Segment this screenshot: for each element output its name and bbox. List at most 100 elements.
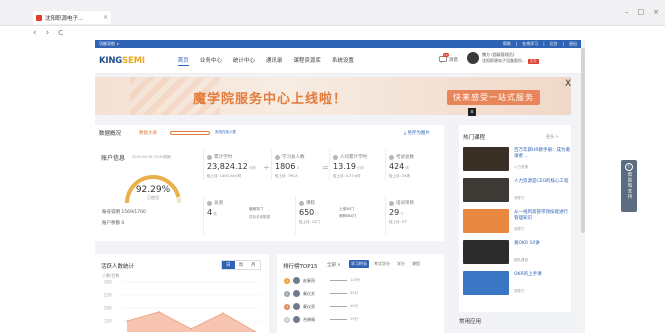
ranking-row[interactable]: 2 秦仪文 45分 [284, 288, 434, 299]
function-nav-menu[interactable]: 功能导航 ∨ [99, 41, 119, 47]
nav-business[interactable]: 业务中心 [200, 56, 222, 66]
nav-stats[interactable]: 统计中心 [233, 56, 255, 66]
top-strip: 功能导航 ∨ 帮助 | 在线学习 | 后台 | 退出 [95, 40, 581, 48]
ranking-row[interactable]: 1 赵春阳 118分 [284, 275, 434, 286]
browser-tab[interactable]: 沈阳职源电子... × [33, 11, 111, 24]
ranking-row[interactable]: 4 合晓晴 29分 [284, 314, 434, 325]
course-thumbnail [463, 240, 509, 264]
rank-badge: 2 [284, 290, 290, 297]
ranking-tabs: 学习时长 考试学分 学分 课程 [349, 260, 422, 268]
tab-close-icon[interactable]: × [103, 14, 108, 21]
tab-exam-score[interactable]: 考试学分 [372, 260, 392, 268]
message-count-badge: 12 [443, 53, 449, 57]
course-thumbnail [463, 178, 509, 202]
tab-title: 沈阳职源电子... [45, 15, 84, 22]
common-apps-title: 常用应用 [459, 319, 482, 325]
course-thumbnail [463, 271, 509, 295]
course-title: 真OKR 10讲 [514, 241, 540, 246]
top-link-admin[interactable]: 后台 [550, 41, 558, 47]
promo-banner[interactable]: 魔学院服务中心上线啦！ 快来感受一站式服务 [95, 77, 571, 115]
book-icon [299, 200, 304, 206]
ranking-row[interactable]: 3 秦仪亮 40分 [284, 301, 434, 312]
close-window-icon[interactable]: × [653, 8, 659, 16]
divide-operator: ÷ [263, 163, 270, 172]
course-category: 领导力 [514, 227, 525, 231]
data-point [126, 320, 128, 322]
minimize-icon[interactable]: – [625, 8, 629, 16]
message-icon [439, 56, 447, 63]
messages-label: 消息 [449, 57, 458, 63]
person-clock-icon [333, 154, 338, 160]
scrollbar-thumb[interactable] [581, 48, 585, 233]
data-point [190, 328, 192, 330]
stat-tests[interactable]: 总测 4场 使用次门 项目总体数据 [203, 196, 291, 234]
nav-course-library[interactable]: 课程资源库 [293, 56, 321, 66]
main-nav: 首页 业务中心 统计中心 通讯录 课程资源库 系统设置 [177, 56, 354, 66]
stat-learners[interactable]: 学习总人数 1806人 较上月: 790人 [271, 150, 323, 180]
tab-credits[interactable]: 学分 [395, 260, 407, 268]
reload-icon[interactable]: C [58, 29, 63, 37]
account-info-card: 账户信息 2025-06-30 23:59到期 92.29% 已使用 账号说明 … [99, 147, 201, 241]
course-item[interactable]: 人力资源是CEO的核心工程 领导力 [463, 178, 571, 206]
dashboard-link[interactable]: 数据大屏 [139, 130, 157, 136]
course-thumbnail [463, 147, 509, 171]
tab-month[interactable]: 月 [247, 261, 260, 269]
banner-close-icon[interactable]: X [565, 79, 571, 89]
online-count-hint[interactable]: 系统在线人数 [215, 130, 236, 135]
y-tick-label: 250 [104, 293, 112, 298]
top-link-logout[interactable]: 退出 [569, 41, 577, 47]
ranking-name: 赵春阳 [303, 277, 315, 283]
course-item[interactable]: 从一线到高管带领技能进行管理知识 领导力 [463, 209, 571, 237]
kingsemi-logo[interactable]: KINGSEMI [99, 56, 145, 66]
course-item[interactable]: 真OKR 10讲 团队建设 [463, 240, 571, 268]
avatar [467, 52, 479, 64]
forward-icon[interactable]: › [46, 28, 50, 38]
maximize-icon[interactable]: □ [638, 8, 645, 16]
tab-courses[interactable]: 课程 [410, 260, 422, 268]
back-icon[interactable]: ‹ [33, 28, 37, 38]
banner-cta-button[interactable]: 快来感受一站式服务 [447, 90, 540, 105]
rank-badge: 4 [284, 316, 290, 323]
ranking-bar [330, 319, 347, 320]
tab-day[interactable]: 日 [222, 261, 235, 269]
nav-home[interactable]: 首页 [177, 56, 189, 66]
course-category: 领导力 [514, 289, 525, 293]
ranking-scope-select[interactable]: 全部 ∨ [327, 262, 341, 268]
nav-contacts[interactable]: 通讯录 [266, 56, 283, 66]
export-image-button[interactable]: ⤓ 另存为图片 [404, 130, 430, 136]
help-support-button[interactable]: i 帮助和支持 [621, 160, 637, 212]
y-tick-label: 300 [104, 280, 112, 285]
ranking-name: 秦仪亮 [303, 303, 315, 309]
period-tabs: 日 周 月 [221, 260, 261, 270]
hot-courses-title: 热门课程 [463, 135, 486, 141]
stat-avg-hours[interactable]: 人均累计学时 13.19小时 较上月: 0.37小时 [329, 150, 383, 180]
active-users-chart: 人数/百数 300 250 200 150 [102, 272, 260, 332]
top-link-learning[interactable]: 在线学习 [522, 41, 538, 47]
stat-projects[interactable]: 培训项目 29个 较上月: 0个 [385, 196, 440, 234]
tab-week[interactable]: 周 [235, 261, 248, 269]
account-title: 账户信息 [101, 155, 126, 162]
rank-badge: 1 [284, 277, 290, 284]
banner-dismiss-button[interactable]: x [468, 108, 476, 116]
rank-badge: 3 [284, 303, 290, 310]
data-point [158, 311, 160, 313]
avatar [293, 316, 300, 323]
tab-study-time[interactable]: 学习时长 [349, 260, 369, 268]
top-link-help[interactable]: 帮助 [503, 41, 511, 47]
stat-total-hours[interactable]: 累计学时 23,824.12小时 较上月: 1400.34小时 [203, 150, 263, 180]
messages-button[interactable]: 12 消息 [439, 53, 458, 63]
user-icon [275, 154, 280, 160]
help-support-label: 帮助和支持 [627, 172, 632, 200]
usage-percent: 92.29% [135, 185, 171, 195]
stat-courses[interactable]: 课程 650门 较上月: 12门 上传50门 采购584门 [295, 196, 381, 234]
hot-more-link[interactable]: 更多 > [546, 134, 559, 140]
equal-operator: = [322, 163, 329, 172]
stat-exams[interactable]: 考试总数 424场 较上月: 20场 [385, 150, 440, 180]
ranking-bar [330, 306, 347, 307]
course-item[interactable]: OKR的上手课 领导力 [463, 271, 571, 299]
exam-icon [389, 154, 394, 160]
nav-settings[interactable]: 系统设置 [332, 56, 354, 66]
user-menu[interactable]: 魏方 (超级管理员) 沈阳职源电子设备股份... 企业 [467, 52, 539, 64]
account-balance: 账户余额 0 [102, 221, 125, 226]
course-item[interactable]: 百万年薪HR教手册：成为邀请者 ... 人力资源 [463, 147, 571, 175]
